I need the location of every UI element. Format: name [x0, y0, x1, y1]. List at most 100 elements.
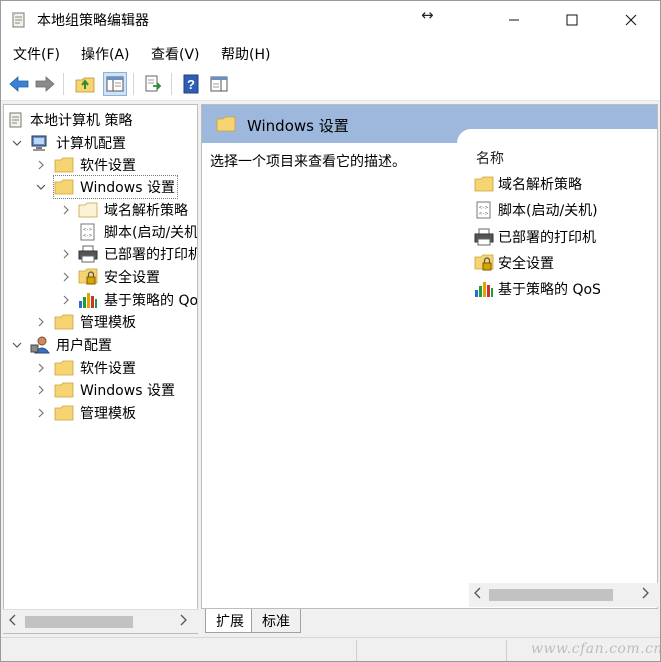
security-folder-icon	[78, 268, 98, 286]
toolbar-separator	[133, 73, 134, 95]
menu-view[interactable]: 查看(V)	[151, 44, 200, 64]
help-button[interactable]: ?	[179, 72, 203, 96]
tree-item-dns-policy[interactable]: 域名解析策略	[78, 199, 188, 221]
tree-horizontal-scrollbar[interactable]	[3, 609, 198, 633]
folder-icon	[216, 116, 236, 132]
header-curve	[457, 129, 657, 143]
tree-item-user-software-settings[interactable]: 软件设置	[54, 357, 136, 379]
tree-item-user-windows-settings[interactable]: Windows 设置	[54, 379, 175, 401]
collapsed-chevron-icon[interactable]	[60, 294, 72, 306]
collapsed-chevron-icon[interactable]	[35, 384, 47, 396]
show-hide-action-pane-button[interactable]	[207, 72, 231, 96]
tree-label: 已部署的打印机	[104, 247, 198, 263]
menu-bar: 文件(F) 操作(A) 查看(V) 帮助(H)	[1, 39, 660, 67]
export-list-button[interactable]	[141, 72, 165, 96]
scrollbar-thumb[interactable]	[489, 589, 613, 601]
back-button[interactable]	[7, 72, 31, 96]
list-item-security[interactable]: 安全设置	[474, 252, 554, 274]
collapsed-chevron-icon[interactable]	[35, 362, 47, 374]
folder-icon	[54, 382, 74, 398]
collapsed-chevron-icon[interactable]	[60, 204, 72, 216]
details-horizontal-scrollbar[interactable]	[469, 583, 658, 607]
list-item-qos[interactable]: 基于策略的 QoS	[474, 278, 601, 300]
tree-label: 管理模板	[80, 315, 136, 331]
tree-item-admin-templates[interactable]: 管理模板	[54, 311, 136, 333]
collapsed-chevron-icon[interactable]	[60, 271, 72, 283]
tree-item-qos[interactable]: 基于策略的 QoS	[78, 289, 197, 311]
resize-cursor-icon: ↔	[421, 6, 434, 24]
window-title: 本地组策略编辑器	[37, 13, 149, 29]
window: 本地组策略编辑器 ↔ 文件(F) 操作(A) 查看(V) 帮助(H) ? 本地计…	[0, 0, 661, 662]
scroll-right-icon[interactable]	[179, 614, 187, 626]
help-icon: ?	[182, 74, 200, 94]
folder-icon	[54, 314, 74, 330]
view-tabs: 扩展 标准	[201, 609, 658, 635]
svg-text:<->: <->	[479, 211, 488, 217]
status-separator	[506, 640, 507, 661]
expanded-chevron-icon[interactable]	[11, 137, 23, 149]
tab-extended[interactable]: 扩展	[205, 609, 255, 633]
show-hide-tree-button[interactable]	[103, 72, 127, 96]
scroll-left-icon[interactable]	[474, 587, 482, 599]
tree-item-software-settings[interactable]: 软件设置	[54, 154, 136, 176]
expanded-chevron-icon[interactable]	[11, 339, 23, 351]
up-folder-icon	[75, 75, 95, 93]
svg-text:<->: <->	[83, 233, 92, 239]
list-item-label: 已部署的打印机	[498, 230, 596, 246]
toolbar-separator	[63, 73, 64, 95]
tree-item-computer-config[interactable]: 计算机配置	[30, 132, 126, 154]
list-item-scripts[interactable]: <-> <-> 脚本(启动/关机)	[474, 199, 598, 221]
menu-file[interactable]: 文件(F)	[13, 44, 60, 64]
scrollbar-thumb[interactable]	[25, 616, 133, 628]
folder-icon	[54, 405, 74, 421]
tree-label: 安全设置	[104, 270, 160, 286]
tree-item-printers[interactable]: 已部署的打印机	[78, 243, 198, 265]
scroll-right-icon[interactable]	[641, 587, 649, 599]
tree-item-user-config[interactable]: 用户配置	[30, 334, 112, 356]
tab-standard[interactable]: 标准	[251, 609, 301, 633]
tree-item-windows-settings[interactable]: Windows 设置	[53, 175, 178, 199]
collapsed-chevron-icon[interactable]	[60, 248, 72, 260]
up-one-level-button[interactable]	[73, 72, 97, 96]
list-item-printers[interactable]: 已部署的打印机	[474, 226, 596, 248]
details-pane: Windows 设置 选择一个项目来查看它的描述。 名称 域名解析策略 <-> <…	[201, 104, 658, 609]
collapsed-chevron-icon[interactable]	[35, 316, 47, 328]
tree-label: 管理模板	[80, 406, 136, 422]
menu-action[interactable]: 操作(A)	[81, 44, 130, 64]
printer-icon	[78, 245, 98, 263]
tree-root[interactable]: 本地计算机 策略	[8, 109, 132, 131]
folder-icon	[78, 202, 98, 218]
list-item-label: 脚本(启动/关机)	[498, 203, 598, 219]
user-icon	[30, 336, 50, 354]
tree-label: 软件设置	[80, 158, 136, 174]
list-item-label: 基于策略的 QoS	[498, 282, 601, 298]
list-item-label: 安全设置	[498, 256, 554, 272]
toolbar: ?	[1, 67, 660, 101]
forward-button[interactable]	[33, 72, 57, 96]
status-bar: www.cfan.com.cn	[1, 637, 660, 661]
console-tree[interactable]: 本地计算机 策略 计算机配置 软件设置 Windows 设置 域名解析策略 <-…	[3, 104, 198, 634]
bar-chart-icon	[78, 291, 98, 309]
close-button[interactable]	[608, 1, 654, 39]
security-folder-icon	[474, 254, 494, 272]
tree-item-security[interactable]: 安全设置	[78, 266, 160, 288]
bar-chart-icon	[474, 280, 494, 298]
expanded-chevron-icon[interactable]	[35, 181, 47, 193]
list-item-dns-policy[interactable]: 域名解析策略	[474, 173, 582, 195]
collapsed-chevron-icon[interactable]	[35, 407, 47, 419]
script-icon: <-> <->	[78, 223, 98, 241]
printer-icon	[474, 228, 494, 246]
tree-item-scripts[interactable]: <-> <-> 脚本(启动/关机)	[78, 221, 197, 243]
tree-label: 计算机配置	[56, 136, 126, 152]
scroll-left-icon[interactable]	[9, 614, 17, 626]
tree-label: 用户配置	[56, 338, 112, 354]
menu-help[interactable]: 帮助(H)	[221, 44, 270, 64]
tree-item-user-admin-templates[interactable]: 管理模板	[54, 402, 136, 424]
title-bar[interactable]: 本地组策略编辑器 ↔	[1, 1, 660, 39]
maximize-button[interactable]	[549, 1, 595, 39]
minimize-button[interactable]	[491, 1, 537, 39]
details-header: Windows 设置	[202, 105, 657, 143]
collapsed-chevron-icon[interactable]	[35, 159, 47, 171]
svg-text:?: ?	[187, 77, 195, 92]
column-header-name[interactable]: 名称	[476, 148, 504, 168]
